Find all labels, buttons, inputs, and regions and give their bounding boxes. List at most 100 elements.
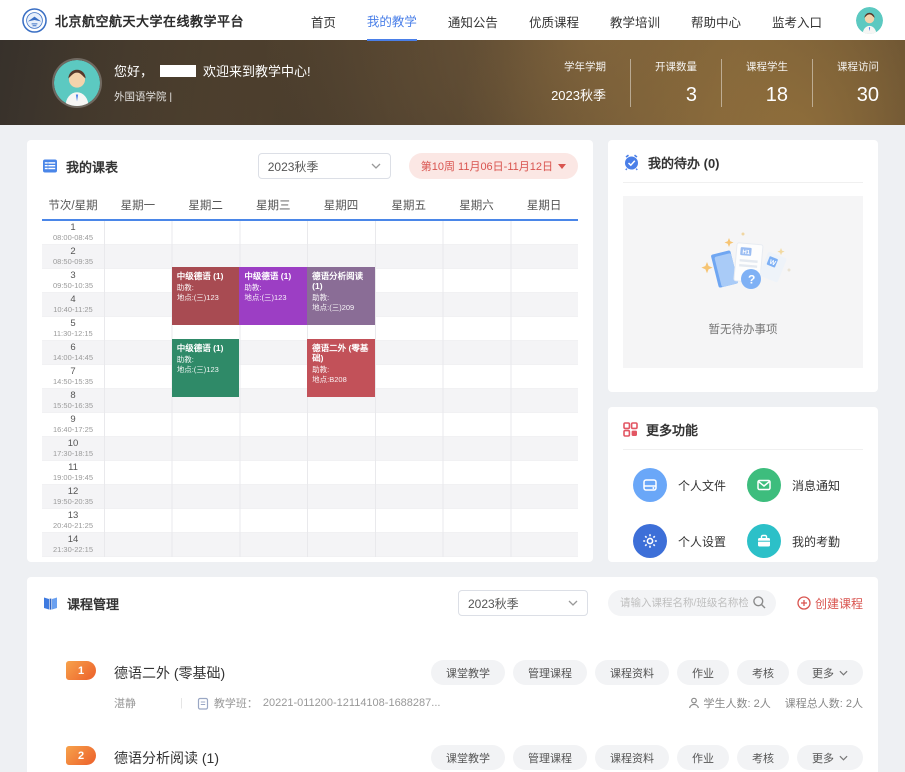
course-teacher: 湛静 [114,695,166,711]
more-actions-button[interactable]: 更多 [797,660,863,685]
week-selector-pill[interactable]: 第10周 11月06日-11月12日 [409,153,578,179]
student-count: 学生人数: 2人 [688,695,771,711]
nav-menu: 首页 我的教学 通知公告 优质课程 教学培训 帮助中心 监考入口 [311,0,822,41]
stat-courses-open: 开课数量 3 [630,59,697,107]
timetable-row: 208:50-09:35 [42,245,578,269]
more-functions-title: 更多功能 [646,420,698,439]
mail-icon [756,477,772,493]
department-label: 外国语学院 | [114,89,311,104]
gear-icon [642,533,658,549]
empty-docs-illustration: H1 W ? [677,228,809,308]
classroom-teaching-button[interactable]: 课堂教学 [431,745,505,770]
nav-item-proctor-entry[interactable]: 监考入口 [772,1,822,40]
timetable-row: 916:40-17:25 [42,413,578,437]
briefcase-icon [756,533,772,549]
timetable-row: 1017:30-18:15 [42,437,578,461]
todo-empty-text: 暂无待办事项 [709,321,778,337]
nav-item-training[interactable]: 教学培训 [610,1,660,40]
timetable-row: 1421:30-22:15 [42,533,578,557]
nav-item-announcements[interactable]: 通知公告 [448,1,498,40]
alarm-clock-icon [623,154,640,171]
greeting-prefix: 您好， [114,61,153,80]
course-title[interactable]: 德语分析阅读 (1) [114,748,219,768]
course-row: 2 德语分析阅读 (1) 课堂教学 管理课程 课程资料 作业 考核 更多 湛静 … [42,745,863,772]
divider: | [180,697,183,709]
plus-circle-icon [797,596,811,610]
chevron-down-icon [839,755,848,761]
course-management-card: 课程管理 2023秋季 创建课程 1 德语二外 (零基础) [27,577,878,772]
books-icon [42,596,59,611]
banner-avatar [54,60,100,106]
nav-item-help-center[interactable]: 帮助中心 [691,1,741,40]
stat-term: 学年学期 2023秋季 [527,59,606,107]
welcome-banner: 您好， 欢迎来到教学中心! 外国语学院 | 学年学期 2023秋季 开课数量 3… [0,40,905,125]
timetable-row: 1219:50-20:35 [42,485,578,509]
search-icon[interactable] [752,595,767,610]
nav-item-quality-courses[interactable]: 优质课程 [529,1,579,40]
course-management-title: 课程管理 [67,594,119,613]
grid-icon [623,422,638,437]
timetable-title: 我的课表 [66,157,118,176]
more-actions-button[interactable]: 更多 [797,745,863,770]
todo-title: 我的待办 (0) [648,153,720,172]
assessment-button[interactable]: 考核 [737,745,789,770]
svg-text:H1: H1 [742,249,751,256]
teaching-class-info: 教学班： 20221-011200-12114108-1688287... [197,695,441,711]
timetable-header-row: 节次/星期 星期一 星期二 星期三 星期四 星期五 星期六 星期日 [42,191,578,221]
course-row: 1 德语二外 (零基础) 课堂教学 管理课程 课程资料 作业 考核 更多 湛静 … [42,660,863,711]
course-materials-button[interactable]: 课程资料 [595,660,669,685]
timetable-term-select[interactable]: 2023秋季 [258,153,391,179]
classroom-teaching-button[interactable]: 课堂教学 [431,660,505,685]
courses-term-select[interactable]: 2023秋季 [458,590,588,616]
course-title[interactable]: 德语二外 (零基础) [114,663,225,683]
timetable-event[interactable]: 中级德语 (1) 助教: 地点:(三)123 [172,267,240,325]
nav-item-home[interactable]: 首页 [311,1,336,40]
timetable-event[interactable]: 中级德语 (1) 助教: 地点:(三)123 [172,339,240,397]
more-item-attendance[interactable]: 我的考勤 [747,524,853,558]
course-search-input[interactable] [608,590,776,616]
chevron-down-icon [371,163,381,169]
course-total-count: 课程总人数: 2人 [785,695,863,711]
redacted-username [160,65,196,77]
create-course-button[interactable]: 创建课程 [797,595,863,612]
timetable-event[interactable]: 德语分析阅读 (1) 助教: 地点:(三)209 [307,267,375,325]
course-materials-button[interactable]: 课程资料 [595,745,669,770]
nav-item-my-teaching[interactable]: 我的教学 [367,0,417,41]
timetable-event[interactable]: 德语二外 (零基础) 助教: 地点:B208 [307,339,375,397]
timetable-event[interactable]: 中级德语 (1) 助教: 地点:(三)123 [239,267,307,325]
chevron-down-icon [568,600,578,606]
caret-down-icon [558,164,566,169]
more-functions-card: 更多功能 个人文件 [608,407,878,562]
timetable-grid: 108:00-08:45 208:50-09:35 309:50-10:35 4… [42,221,578,557]
homework-button[interactable]: 作业 [677,745,729,770]
timetable-row: 1119:00-19:45 [42,461,578,485]
more-item-personal-files[interactable]: 个人文件 [633,468,739,502]
document-icon [197,697,209,710]
stat-course-visits: 课程访问 30 [812,59,879,107]
course-index-badge: 1 [66,661,96,680]
stat-course-students: 课程学生 18 [721,59,788,107]
top-navbar: 北京航空航天大学在线教学平台 首页 我的教学 通知公告 优质课程 教学培训 帮助… [0,0,905,40]
files-icon [642,477,658,493]
timetable-row: 108:00-08:45 [42,221,578,245]
manage-course-button[interactable]: 管理课程 [513,660,587,685]
course-index-badge: 2 [66,746,96,765]
greeting-suffix: 欢迎来到教学中心! [203,61,311,80]
homework-button[interactable]: 作业 [677,660,729,685]
banner-stats: 学年学期 2023秋季 开课数量 3 课程学生 18 课程访问 30 [503,59,879,107]
todo-card: 我的待办 (0) H1 [608,140,878,392]
chevron-down-icon [839,670,848,676]
brand-title: 北京航空航天大学在线教学平台 [55,11,244,30]
svg-text:?: ? [748,272,755,286]
more-item-settings[interactable]: 个人设置 [633,524,739,558]
assessment-button[interactable]: 考核 [737,660,789,685]
timetable-row: 1320:40-21:25 [42,509,578,533]
university-logo-icon [22,8,47,33]
more-item-notifications[interactable]: 消息通知 [747,468,853,502]
person-icon [688,697,700,709]
calendar-icon [42,158,58,174]
user-avatar[interactable] [856,7,883,34]
timetable-card: 我的课表 2023秋季 第10周 11月06日-11月12日 节次/星期 星期一… [27,140,593,562]
welcome-text-block: 您好， 欢迎来到教学中心! 外国语学院 | [114,61,311,104]
manage-course-button[interactable]: 管理课程 [513,745,587,770]
